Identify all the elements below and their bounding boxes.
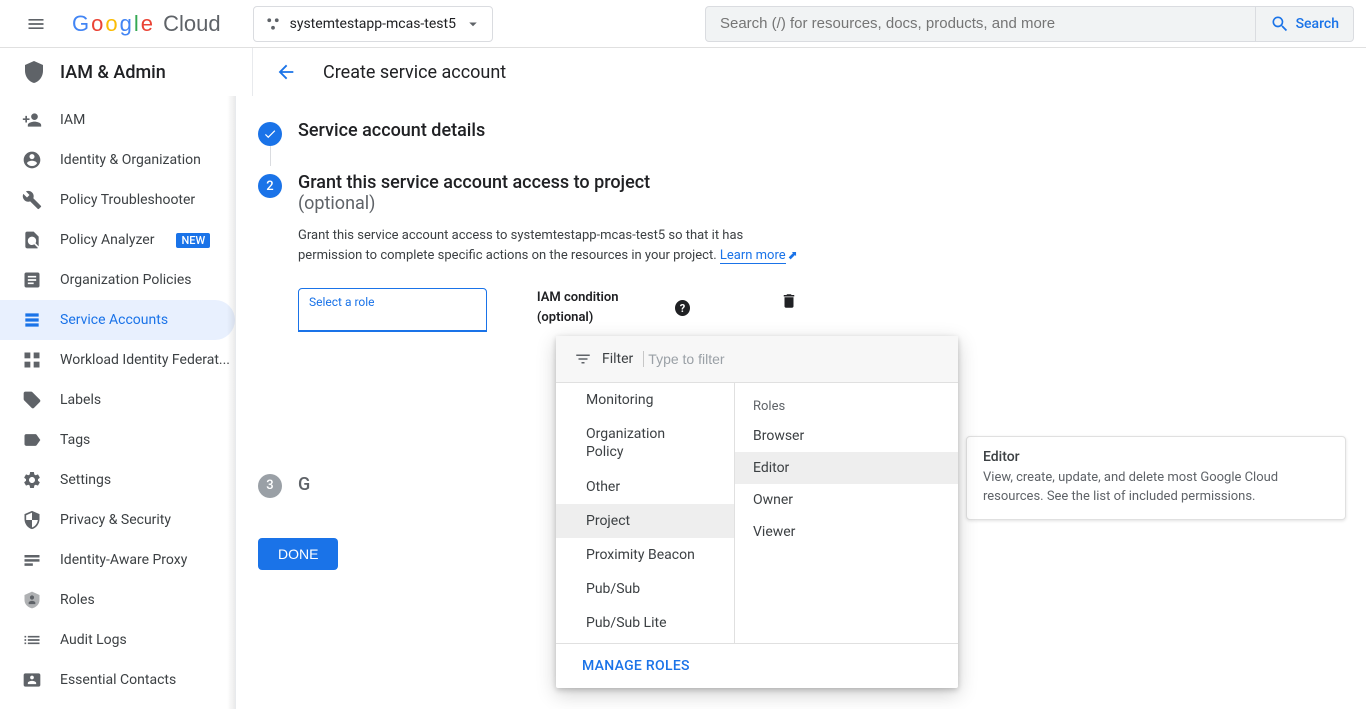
step-1-check-icon — [258, 122, 282, 146]
sidebar-item-tags[interactable]: Tags — [0, 420, 235, 460]
arrow-back-icon — [275, 61, 297, 83]
dropdown-footer: MANAGE ROLES — [556, 643, 958, 688]
label-icon — [22, 390, 42, 410]
sidebar-item-audit-logs[interactable]: Audit Logs — [0, 620, 235, 660]
step-3-number: 3 — [258, 474, 282, 498]
role-owner[interactable]: Owner — [735, 484, 958, 516]
step-1-title: Service account details — [298, 120, 485, 141]
person-add-icon — [22, 110, 42, 130]
sidebar-item-essential-contacts[interactable]: Essential Contacts — [0, 660, 235, 700]
hamburger-icon — [26, 14, 46, 34]
search-icon — [1270, 14, 1290, 34]
back-button[interactable] — [275, 61, 297, 83]
new-badge: NEW — [176, 233, 210, 248]
step-1[interactable]: Service account details — [258, 120, 1158, 146]
category-pubsub[interactable]: Pub/Sub — [556, 572, 734, 606]
contacts-icon — [22, 670, 42, 690]
tooltip-title: Editor — [983, 449, 1329, 465]
role-dropdown-panel: Filter Monitoring Organization Policy Ot… — [556, 336, 958, 688]
search-button[interactable]: Search — [1255, 7, 1353, 41]
step-2-number: 2 — [258, 174, 282, 198]
security-icon — [22, 510, 42, 530]
list-icon — [22, 630, 42, 650]
sidebar-item-privacy[interactable]: Privacy & Security — [0, 500, 235, 540]
category-project[interactable]: Project — [556, 504, 734, 538]
tooltip-body: View, create, update, and delete most Go… — [983, 469, 1329, 507]
category-monitoring[interactable]: Monitoring — [556, 383, 734, 417]
project-name: systemtestapp-mcas-test5 — [290, 16, 456, 32]
sidebar-item-iap[interactable]: Identity-Aware Proxy — [0, 540, 235, 580]
sidebar-item-settings[interactable]: Settings — [0, 460, 235, 500]
category-proximity-beacon[interactable]: Proximity Beacon — [556, 538, 734, 572]
sidebar-item-identity[interactable]: Identity & Organization — [0, 140, 235, 180]
manage-roles-link[interactable]: MANAGE ROLES — [582, 658, 690, 674]
role-viewer[interactable]: Viewer — [735, 516, 958, 548]
find-in-page-icon — [22, 230, 42, 250]
role-description-tooltip: Editor View, create, update, and delete … — [966, 436, 1346, 520]
done-button[interactable]: DONE — [258, 538, 338, 570]
chevron-down-icon — [464, 15, 482, 33]
learn-more-link[interactable]: Learn more — [720, 248, 786, 264]
page-title-bar: Create service account — [252, 48, 1366, 96]
sidebar-item-policy-troubleshooter[interactable]: Policy Troubleshooter — [0, 180, 235, 220]
shield-icon — [22, 60, 46, 84]
dropdown-filter-row: Filter — [556, 336, 958, 383]
filter-icon — [574, 350, 592, 368]
roles-header: Roles — [735, 393, 958, 420]
iap-icon — [22, 550, 42, 570]
sidebar-item-workload-identity[interactable]: Workload Identity Federat... — [0, 340, 235, 380]
product-title-area: IAM & Admin — [0, 48, 252, 96]
topbar: Google Cloud systemtestapp-mcas-test5 Se… — [0, 0, 1366, 48]
project-picker[interactable]: systemtestapp-mcas-test5 — [253, 6, 493, 42]
role-categories-list[interactable]: Monitoring Organization Policy Other Pro… — [556, 383, 734, 643]
main-content: Service account details 2 Grant this ser… — [236, 96, 1366, 709]
step-2-body: Grant this service account access to sys… — [298, 226, 798, 332]
sidebar: IAM Identity & Organization Policy Troub… — [0, 96, 236, 709]
step-2: 2 Grant this service account access to p… — [258, 172, 1158, 214]
roles-icon — [22, 590, 42, 610]
sidebar-item-service-accounts[interactable]: Service Accounts — [0, 300, 235, 340]
category-org-policy[interactable]: Organization Policy — [556, 417, 734, 469]
help-icon[interactable]: ? — [675, 300, 690, 316]
article-icon — [22, 270, 42, 290]
sidebar-item-labels[interactable]: Labels — [0, 380, 235, 420]
page-title: Create service account — [323, 62, 506, 83]
search-box: Search — [705, 6, 1354, 42]
step-3-title: G — [298, 474, 310, 495]
category-other[interactable]: Other — [556, 470, 734, 504]
sidebar-item-org-policies[interactable]: Organization Policies — [0, 260, 235, 300]
sidebar-item-iam[interactable]: IAM — [0, 100, 235, 140]
sidebar-item-roles[interactable]: Roles — [0, 580, 235, 620]
external-link-icon: ⬈ — [788, 248, 798, 262]
service-account-icon — [22, 310, 42, 330]
search-input[interactable] — [706, 15, 1255, 32]
iam-condition-label: IAM condition (optional) ? — [537, 288, 690, 328]
role-browser[interactable]: Browser — [735, 420, 958, 452]
step-2-title: Grant this service account access to pro… — [298, 172, 650, 193]
step-2-subtitle: (optional) — [298, 193, 650, 214]
category-pubsub-lite[interactable]: Pub/Sub Lite — [556, 606, 734, 640]
gear-icon — [22, 470, 42, 490]
account-circle-icon — [22, 150, 42, 170]
select-role-dropdown[interactable]: Select a role — [298, 288, 487, 332]
sub-header: IAM & Admin Create service account — [0, 48, 1366, 96]
delete-role-button[interactable] — [780, 292, 798, 310]
trash-icon — [780, 292, 798, 310]
sidebar-item-policy-analyzer[interactable]: Policy AnalyzerNEW — [0, 220, 235, 260]
filter-label: Filter — [602, 351, 633, 367]
roles-list: Roles Browser Editor Owner Viewer — [734, 383, 958, 643]
google-cloud-logo[interactable]: Google Cloud — [72, 11, 221, 37]
role-editor[interactable]: Editor — [735, 452, 958, 484]
tag-icon — [22, 430, 42, 450]
step-connector — [270, 146, 1158, 166]
project-icon — [264, 15, 282, 33]
wrench-icon — [22, 190, 42, 210]
main-menu-button[interactable] — [12, 0, 60, 48]
filter-input[interactable] — [643, 351, 829, 367]
workload-icon — [22, 350, 42, 370]
